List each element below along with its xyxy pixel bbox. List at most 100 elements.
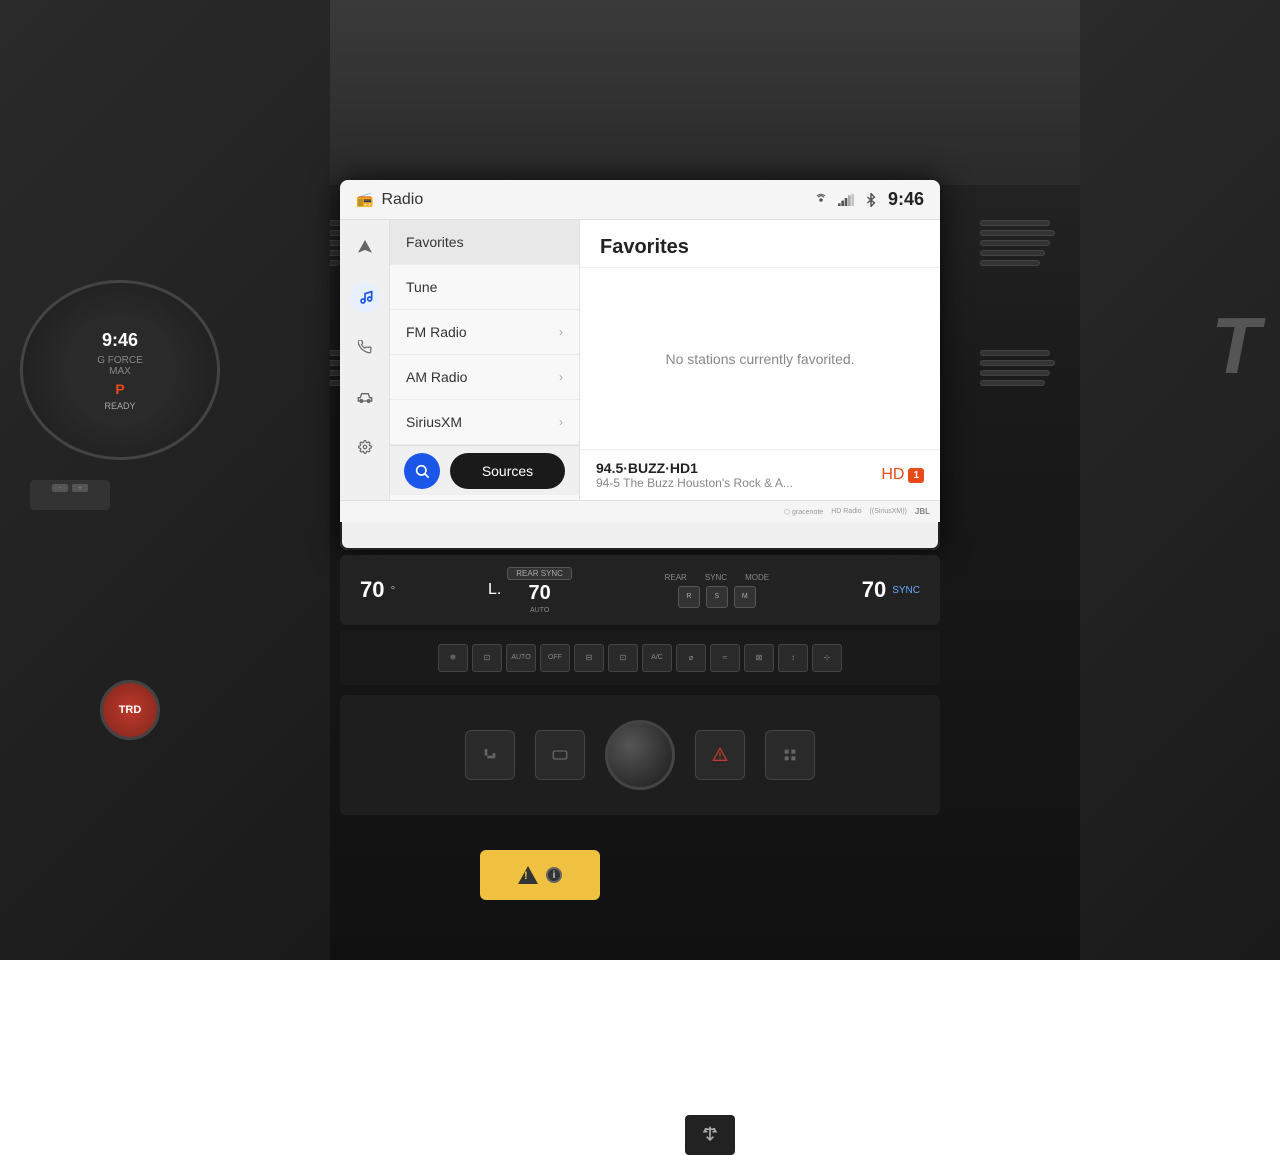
auto-label: AUTO (530, 607, 549, 614)
sync-indicator: SYNC (892, 585, 920, 596)
right-bottom-vent (980, 350, 1060, 386)
console-btn-2[interactable] (535, 730, 585, 780)
rear-hvac-btn[interactable]: R (678, 586, 700, 608)
ctrl-btn-ac[interactable]: A/C (642, 644, 672, 672)
ctrl-btn-auto[interactable]: AUTO (506, 644, 536, 672)
menu-item-am-radio[interactable]: AM Radio › (390, 355, 579, 400)
gear-indicator: P (97, 381, 143, 397)
menu-item-favorites[interactable]: Favorites (390, 220, 579, 265)
ctrl-btn-defrost[interactable]: ⌀ (676, 644, 706, 672)
jbl-logo: JBL (915, 507, 930, 516)
speedometer: 9:46 G FORCE MAX P READY (20, 280, 220, 460)
mode-label: MODE (745, 573, 769, 582)
ctrl-btn-fan[interactable]: ⊹ (812, 644, 842, 672)
console-btn-4[interactable] (765, 730, 815, 780)
rear-temp: 70 (529, 582, 551, 605)
volume-knob[interactable] (605, 720, 675, 790)
ctrl-btn-4[interactable]: ⊡ (608, 644, 638, 672)
fan-control: L. REAR SYNC 70 AUTO (488, 567, 572, 614)
search-button[interactable] (404, 453, 440, 489)
empty-state: No stations currently favorited. (580, 268, 940, 449)
siriusxm-logo: ((SiriusXM)) (870, 508, 907, 515)
settings2-icon (782, 747, 798, 763)
header-left: 📻 Radio (356, 191, 423, 209)
sound-icon (814, 193, 828, 207)
ctrl-btn-off[interactable]: OFF (540, 644, 570, 672)
hvac-button-row: R S M (678, 586, 756, 608)
menu-item-tune[interactable]: Tune (390, 265, 579, 310)
nav-phone[interactable] (350, 332, 380, 362)
rear-label: REAR (665, 573, 687, 582)
nav-vehicle[interactable] (350, 382, 380, 412)
radio-source-icon: 📻 (356, 191, 373, 208)
screen-sidebar (340, 220, 390, 500)
hd-radio-logo: HD Radio (831, 508, 861, 515)
fm-radio-chevron: › (559, 325, 563, 339)
gracenote-logo: ⬡ gracenote (784, 508, 823, 516)
content-title: Favorites (580, 220, 940, 268)
now-playing-bar: 94.5·BUZZ·HD1 94-5 The Buzz Houston's Ro… (580, 449, 940, 500)
console-btn-3[interactable] (695, 730, 745, 780)
rear-sync-display: REAR SYNC 70 AUTO (507, 567, 572, 614)
right-temp-display: 70 SYNC (862, 577, 920, 603)
rear-sync-label: REAR SYNC (507, 567, 572, 580)
bottom-controls-row: ❄ ⊡ AUTO OFF ⊟ ⊡ A/C ⌀ ≈ ⊠ ↕ ⊹ (340, 630, 940, 685)
left-temp: 70 (360, 577, 384, 603)
mirror-icon (552, 747, 568, 763)
fan-icon: L. (488, 581, 501, 599)
hd-badge-container: HD 1 (881, 466, 924, 484)
left-temp-unit: ° (390, 583, 395, 597)
seat-icon (482, 747, 498, 763)
header-time: 9:46 (888, 189, 924, 210)
ctrl-btn-3[interactable]: ⊟ (574, 644, 604, 672)
ctrl-btn-7[interactable]: ↕ (778, 644, 808, 672)
gauge-time: 9:46 (97, 330, 143, 351)
now-playing-info: 94.5·BUZZ·HD1 94-5 The Buzz Houston's Ro… (596, 460, 793, 490)
trd-button[interactable]: TRD (100, 680, 160, 740)
right-panel: T (1080, 0, 1280, 960)
sync-label: SYNC (705, 573, 727, 582)
ctrl-btn-6[interactable]: ⊠ (744, 644, 774, 672)
console-btn-1[interactable] (465, 730, 515, 780)
ctrl-btn-1[interactable]: ❄ (438, 644, 468, 672)
right-temp: 70 (862, 577, 886, 603)
station-name: 94.5·BUZZ·HD1 (596, 460, 793, 476)
brand-letter: T (1211, 300, 1260, 392)
sources-button[interactable]: Sources (450, 453, 565, 489)
right-top-vent (980, 220, 1060, 266)
mode-hvac-btn[interactable]: M (734, 586, 756, 608)
antenna-icon (838, 194, 854, 206)
usb-icon (700, 1125, 720, 1145)
scene: 9:46 G FORCE MAX P READY TRD - + T (0, 0, 1280, 960)
left-panel: 9:46 G FORCE MAX P READY TRD - + (0, 0, 330, 960)
warning-strip: i (480, 850, 600, 900)
gauge-cluster: 9:46 G FORCE MAX P READY (20, 280, 240, 460)
hd-number-badge: 1 (908, 468, 924, 483)
infotainment-screen: 📻 Radio (340, 180, 940, 550)
am-radio-chevron: › (559, 370, 563, 384)
nav-settings[interactable] (350, 432, 380, 462)
header-title: Radio (381, 191, 423, 209)
screen-footer: ⬡ gracenote HD Radio ((SiriusXM)) JBL (340, 500, 940, 522)
hazard-icon (712, 747, 728, 763)
hvac-mode-row: REAR SYNC MODE (665, 573, 769, 582)
screen-content: Favorites No stations currently favorite… (580, 220, 940, 500)
ctrl-btn-2[interactable]: ⊡ (472, 644, 502, 672)
bluetooth-icon (864, 193, 878, 207)
nav-navigation[interactable] (350, 232, 380, 262)
left-temp-display: 70 ° (360, 577, 395, 603)
header-right: 9:46 (814, 189, 924, 210)
info-icon: i (546, 867, 562, 883)
hvac-controls: 70 ° L. REAR SYNC 70 AUTO REAR SYNC MODE… (340, 555, 940, 625)
menu-item-fm-radio[interactable]: FM Radio › (390, 310, 579, 355)
bottom-bar: Sources (390, 445, 579, 495)
siriusxm-chevron: › (559, 415, 563, 429)
sync-hvac-btn[interactable]: S (706, 586, 728, 608)
nav-music[interactable] (350, 282, 380, 312)
hd-icon: HD (881, 466, 904, 484)
menu-item-siriusxm[interactable]: SiriusXM › (390, 400, 579, 445)
search-icon (414, 463, 430, 479)
gauge-display: 9:46 G FORCE MAX P READY (97, 330, 143, 411)
steering-stalk: - + (30, 480, 110, 510)
ctrl-btn-5[interactable]: ≈ (710, 644, 740, 672)
